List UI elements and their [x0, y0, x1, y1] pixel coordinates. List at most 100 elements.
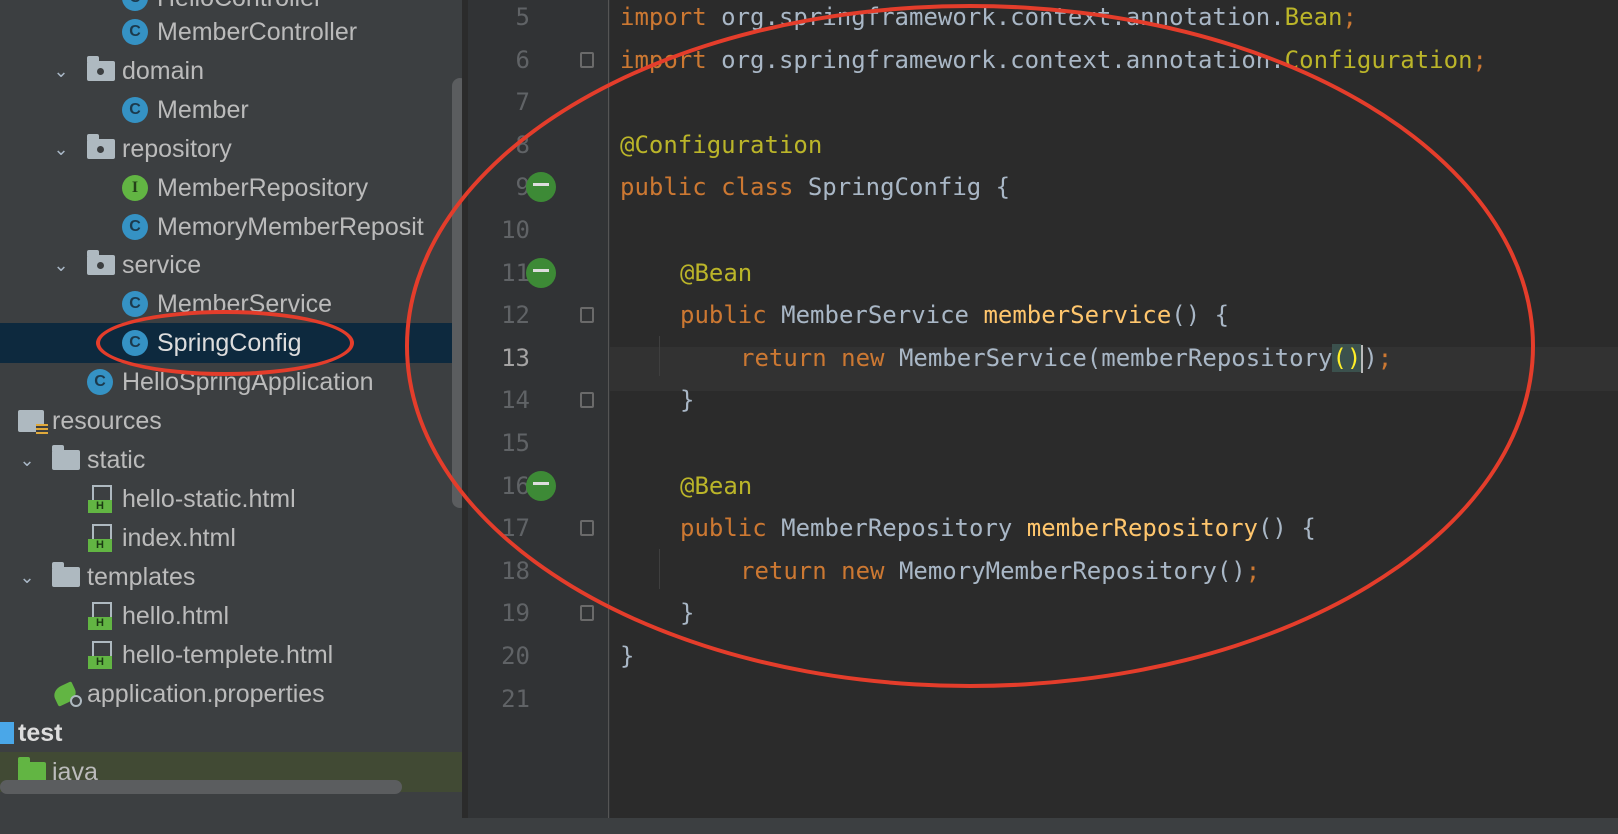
method-name: memberService [983, 301, 1172, 329]
line-number: 14 [501, 386, 530, 414]
tree-item-label: hello-templete.html [122, 640, 334, 669]
code-line-8: @Configuration [620, 123, 822, 167]
code-editor[interactable]: 5 6 7 8 9 10 11 12 13 14 15 16 17 18 19 … [468, 0, 1618, 818]
class-icon: C [122, 330, 148, 356]
tree-item-label: static [87, 445, 146, 474]
tree-item-repository[interactable]: ⌄ repository [0, 129, 462, 169]
line-number: 17 [501, 514, 530, 542]
bean-navigation-icon[interactable] [526, 258, 556, 288]
tree-item-hello-html[interactable]: H hello.html [0, 596, 462, 636]
tree-item-label: repository [122, 134, 232, 163]
package-icon [87, 56, 115, 81]
line-number: 5 [515, 3, 530, 31]
html-file-icon: H [88, 524, 112, 552]
tree-item-memory-member-repository[interactable]: C MemoryMemberReposit [0, 207, 462, 247]
keyword: return new [740, 557, 885, 585]
line-number: 15 [501, 429, 530, 457]
line-number: 8 [515, 131, 530, 159]
semicolon: ; [1245, 557, 1261, 585]
tree-item-test[interactable]: test [0, 713, 462, 753]
code-line-9: public class SpringConfig { [620, 165, 1010, 209]
fold-marker-icon[interactable] [580, 520, 594, 536]
folder-icon [52, 445, 80, 470]
keyword: return new [740, 344, 885, 372]
tree-item-static[interactable]: ⌄ static [0, 440, 462, 480]
class-icon: C [122, 291, 148, 317]
tree-item-member-repository[interactable]: I MemberRepository [0, 168, 462, 208]
imported-class: Bean [1284, 3, 1343, 31]
closing-brace: } [680, 599, 695, 627]
tree-item-label: index.html [122, 523, 236, 552]
line-number: 18 [501, 557, 530, 585]
tree-vertical-scrollbar[interactable] [452, 78, 462, 508]
constructor-call: MemberService(memberRepository [884, 344, 1333, 372]
fold-marker-icon[interactable] [580, 392, 594, 408]
code-line-14: } [680, 378, 694, 422]
constructor-call: MemoryMemberRepository() [884, 557, 1246, 585]
annotation: @Configuration [620, 131, 823, 159]
tree-item-label: HelloSpringApplication [122, 367, 374, 396]
line-number-current: 13 [501, 344, 530, 372]
tree-item-application-properties[interactable]: application.properties [0, 674, 462, 714]
fold-marker-icon[interactable] [580, 307, 594, 323]
line-number: 19 [501, 599, 530, 627]
tree-item-member-controller[interactable]: C MemberController [0, 12, 462, 52]
spring-properties-icon [52, 681, 82, 707]
fold-marker-icon[interactable] [580, 605, 594, 621]
code-line-5: import org.springframework.context.annot… [620, 0, 1357, 39]
package-path: org.springframework.context.annotation. [706, 3, 1285, 31]
bean-navigation-icon[interactable] [526, 471, 556, 501]
chevron-down-icon[interactable]: ⌄ [50, 255, 72, 276]
tree-item-templates[interactable]: ⌄ templates [0, 557, 462, 597]
class-declaration: SpringConfig { [793, 173, 1011, 201]
tree-item-spring-config[interactable]: C SpringConfig [0, 323, 462, 363]
keyword: public [680, 514, 767, 542]
tree-item-resources[interactable]: resources [0, 401, 462, 441]
tree-item-index-html[interactable]: H index.html [0, 518, 462, 558]
html-file-icon: H [88, 485, 112, 513]
tree-item-label: Member [157, 95, 249, 124]
annotation: @Bean [680, 259, 753, 287]
tree-item-hello-static-html[interactable]: H hello-static.html [0, 479, 462, 519]
code-line-12: public MemberService memberService() { [680, 293, 1229, 337]
tree-item-member[interactable]: C Member [0, 90, 462, 130]
tree-item-label: HelloController [157, 0, 322, 13]
chevron-down-icon[interactable]: ⌄ [16, 567, 38, 588]
chevron-down-icon[interactable]: ⌄ [50, 61, 72, 82]
tree-item-hello-templete-html[interactable]: H hello-templete.html [0, 635, 462, 675]
return-type: MemberService [766, 301, 984, 329]
closing-brace: } [620, 642, 635, 670]
tree-item-hello-spring-application[interactable]: C HelloSpringApplication [0, 362, 462, 402]
package-path: org.springframework.context.annotation. [706, 46, 1285, 74]
tree-item-service[interactable]: ⌄ service [0, 245, 462, 285]
spring-config-gutter-icon[interactable] [526, 172, 556, 202]
line-number: 21 [501, 685, 530, 713]
annotation: @Bean [680, 472, 753, 500]
method-signature-rest: () { [1257, 514, 1316, 542]
closing-paren: ) [1363, 344, 1378, 372]
line-number: 10 [501, 216, 530, 244]
semicolon: ; [1342, 3, 1357, 31]
tree-item-label: test [18, 718, 63, 747]
package-icon [87, 134, 115, 159]
keyword: public [680, 301, 767, 329]
folder-icon [52, 562, 80, 587]
line-number: 9 [515, 173, 530, 201]
tree-item-label: domain [122, 56, 204, 85]
tree-item-label: MemberService [157, 289, 333, 318]
tree-horizontal-scrollbar[interactable] [0, 780, 402, 794]
chevron-down-icon[interactable]: ⌄ [16, 450, 38, 471]
indent-guide [659, 336, 660, 376]
class-icon: C [122, 0, 148, 11]
tree-item-member-service[interactable]: C MemberService [0, 284, 462, 324]
method-name: memberRepository [1026, 514, 1258, 542]
chevron-down-icon[interactable]: ⌄ [50, 139, 72, 160]
fold-marker-icon[interactable] [580, 52, 594, 68]
java-source-folder-icon [18, 757, 46, 782]
tree-item-domain[interactable]: ⌄ domain [0, 51, 462, 91]
indent-guide [659, 549, 660, 589]
tree-item-label: SpringConfig [157, 328, 302, 357]
html-file-icon: H [88, 641, 112, 669]
return-type: MemberRepository [766, 514, 1027, 542]
class-icon: C [122, 214, 148, 240]
